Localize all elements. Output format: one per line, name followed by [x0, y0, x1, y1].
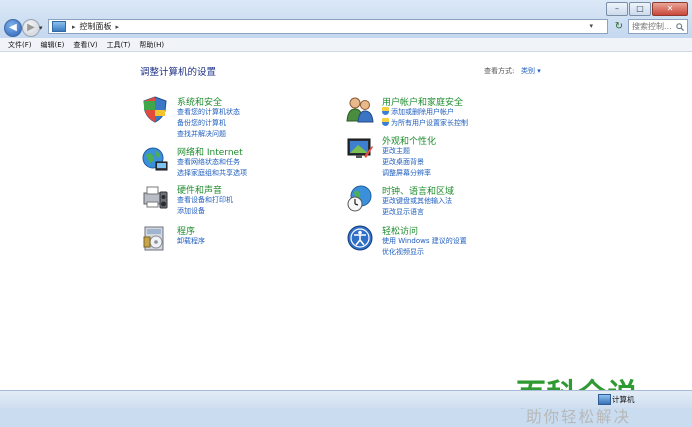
- watermark-subtitle: 助你轻松解决: [526, 408, 632, 426]
- link-screen-resolution[interactable]: 调整屏幕分辨率: [382, 168, 431, 178]
- breadcrumb-separator[interactable]: ▸: [72, 23, 76, 31]
- menu-edit[interactable]: 编辑(E): [41, 40, 65, 50]
- link-backup-computer[interactable]: 备份您的计算机: [177, 118, 226, 128]
- link-network-status[interactable]: 查看网络状态和任务: [177, 157, 240, 167]
- page-title: 调整计算机的设置: [140, 67, 217, 78]
- search-icon[interactable]: [676, 22, 684, 31]
- uac-shield-icon: [382, 107, 389, 115]
- menu-tools[interactable]: 工具(T): [107, 40, 131, 50]
- link-change-background[interactable]: 更改桌面背景: [382, 157, 424, 167]
- forward-button[interactable]: ▶: [22, 19, 40, 37]
- link-troubleshoot[interactable]: 查找并解决问题: [177, 129, 226, 139]
- close-button[interactable]: ✕: [652, 2, 688, 16]
- breadcrumb-separator[interactable]: ▸: [116, 23, 120, 31]
- view-by-label: 查看方式:: [484, 67, 515, 75]
- view-by-dropdown[interactable]: 类别 ▾: [521, 66, 541, 76]
- menu-file[interactable]: 文件(F): [8, 40, 32, 50]
- minimize-button[interactable]: –: [606, 2, 628, 16]
- breadcrumb-control-panel[interactable]: 控制面板: [80, 21, 112, 32]
- menu-view[interactable]: 查看(V): [73, 40, 97, 50]
- recent-pages-dropdown[interactable]: ▾: [39, 24, 43, 32]
- uac-shield-icon: [382, 118, 389, 126]
- status-bar: 计算机: [0, 390, 692, 408]
- link-uninstall-program[interactable]: 卸载程序: [177, 236, 205, 246]
- link-display-language[interactable]: 更改显示语言: [382, 207, 424, 217]
- computer-icon: [598, 394, 611, 405]
- title-bar: – □ ✕ ◀ ▶ ▾ ▸ 控制面板 ▸ ▾ ↻: [0, 0, 692, 38]
- link-change-keyboard[interactable]: 更改键盘或其他输入法: [382, 196, 452, 206]
- window-controls: – □ ✕: [606, 2, 688, 16]
- programs-icon[interactable]: [141, 224, 169, 252]
- link-optimize-display[interactable]: 优化视频显示: [382, 247, 424, 257]
- network-icon[interactable]: [141, 145, 169, 173]
- link-add-remove-accounts[interactable]: 添加或删除用户帐户: [382, 107, 454, 117]
- system-security-icon[interactable]: [141, 95, 169, 123]
- hardware-sound-icon[interactable]: [141, 183, 169, 211]
- menu-bar: 文件(F) 编辑(E) 查看(V) 工具(T) 帮助(H): [0, 38, 692, 52]
- status-label: 计算机: [612, 395, 635, 404]
- clock-region-icon[interactable]: [346, 184, 374, 212]
- main-content: 调整计算机的设置 查看方式: 类别 ▾ 系统和安全 查看您的计算机状态 备份您的…: [0, 52, 692, 426]
- link-add-device[interactable]: 添加设备: [177, 206, 205, 216]
- menu-help[interactable]: 帮助(H): [139, 40, 164, 50]
- maximize-button[interactable]: □: [629, 2, 651, 16]
- link-parental-controls[interactable]: 为所有用户设置家长控制: [382, 118, 468, 128]
- address-bar[interactable]: ▸ 控制面板 ▸ ▾: [48, 19, 608, 34]
- back-button[interactable]: ◀: [4, 19, 22, 37]
- search-input[interactable]: [632, 22, 676, 31]
- link-homegroup-sharing[interactable]: 选择家庭组和共享选项: [177, 168, 247, 178]
- link-recommended-settings[interactable]: 使用 Windows 建议的设置: [382, 236, 467, 246]
- link-devices-printers[interactable]: 查看设备和打印机: [177, 195, 233, 205]
- appearance-icon[interactable]: [346, 134, 374, 162]
- address-dropdown-icon[interactable]: ▾: [589, 22, 593, 30]
- user-accounts-icon[interactable]: [346, 95, 374, 123]
- refresh-button[interactable]: ↻: [612, 19, 626, 34]
- ease-of-access-icon[interactable]: [346, 224, 374, 252]
- link-view-computer-status[interactable]: 查看您的计算机状态: [177, 107, 240, 117]
- link-change-theme[interactable]: 更改主题: [382, 146, 410, 156]
- control-panel-icon: [52, 21, 66, 32]
- search-box[interactable]: [628, 19, 688, 34]
